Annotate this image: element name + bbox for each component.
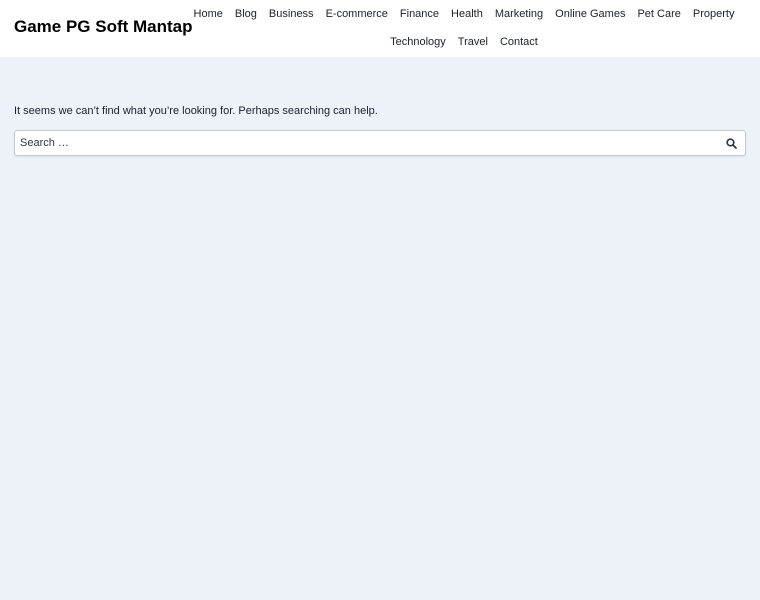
nav-item-property[interactable]: Property: [687, 7, 741, 21]
nav-item-marketing[interactable]: Marketing: [489, 7, 549, 21]
search-form: [14, 130, 746, 156]
nav-item-blog[interactable]: Blog: [229, 7, 263, 21]
main-content: It seems we can’t find what you’re looki…: [14, 104, 746, 156]
nav-row: Technology Travel Contact: [196, 28, 732, 56]
nav-item-home[interactable]: Home: [188, 7, 229, 21]
nav-item-travel[interactable]: Travel: [452, 35, 494, 49]
search-button[interactable]: [723, 135, 739, 151]
primary-navigation: Home Blog Business E-commerce Finance He…: [194, 0, 735, 56]
not-found-message: It seems we can’t find what you’re looki…: [14, 105, 378, 117]
nav-item-health[interactable]: Health: [445, 7, 489, 21]
site-title[interactable]: Game PG Soft Mantap: [14, 17, 193, 37]
site-header: Game PG Soft Mantap Home Blog Business E…: [0, 0, 760, 57]
nav-item-online-games[interactable]: Online Games: [549, 7, 631, 21]
search-input[interactable]: [15, 131, 715, 155]
nav-item-contact[interactable]: Contact: [494, 35, 544, 49]
nav-item-technology[interactable]: Technology: [384, 35, 452, 49]
nav-item-pet-care[interactable]: Pet Care: [631, 7, 686, 21]
nav-item-finance[interactable]: Finance: [394, 7, 445, 21]
nav-row: Home Blog Business E-commerce Finance He…: [194, 0, 735, 28]
nav-item-business[interactable]: Business: [263, 7, 320, 21]
search-icon: [725, 137, 737, 149]
nav-item-e-commerce[interactable]: E-commerce: [320, 7, 394, 21]
